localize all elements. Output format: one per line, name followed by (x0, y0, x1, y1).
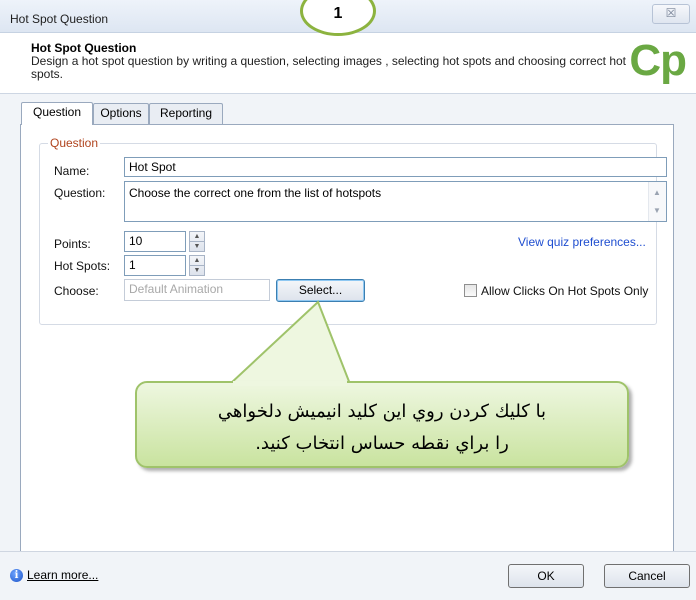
header-title: Hot Spot Question (31, 41, 137, 55)
points-stepper[interactable]: ▲ ▼ (189, 231, 205, 252)
tab-options[interactable]: Options (93, 103, 149, 124)
stepper-up-icon[interactable]: ▲ (190, 256, 204, 266)
cancel-button[interactable]: Cancel (604, 564, 690, 588)
question-scrollbar[interactable]: ▲ ▼ (648, 182, 666, 221)
instruction-callout: با كليك كردن روي اين كليد انيميش دلخواهي… (135, 381, 629, 468)
select-button[interactable]: Select... (276, 279, 365, 302)
dialog-header: Hot Spot Question Design a hot spot ques… (0, 33, 696, 94)
allow-clicks-label: Allow Clicks On Hot Spots Only (481, 284, 649, 298)
callout-line-1: با كليك كردن روي اين كليد انيميش دلخواهي (217, 401, 547, 422)
tab-reporting[interactable]: Reporting (149, 103, 223, 124)
ok-button[interactable]: OK (508, 564, 584, 588)
hotspots-label: Hot Spots: (54, 259, 111, 273)
callout-line-2: را براي نقطه حساس انتخاب كنيد. (255, 433, 509, 454)
hotspots-stepper[interactable]: ▲ ▼ (189, 255, 205, 276)
step-number: 1 (333, 5, 343, 22)
scroll-up-icon[interactable]: ▲ (653, 188, 661, 197)
allow-clicks-checkbox[interactable] (464, 284, 477, 297)
stepper-up-icon[interactable]: ▲ (190, 232, 204, 242)
question-field[interactable]: Choose the correct one from the list of … (124, 181, 667, 222)
name-label: Name: (54, 164, 90, 178)
dialog-footer: i Learn more... OK Cancel (0, 551, 696, 600)
group-legend: Question (48, 136, 101, 150)
tab-question[interactable]: Question (21, 102, 93, 125)
hotspots-field[interactable]: 1 (124, 255, 186, 276)
view-quiz-preferences-link[interactable]: View quiz preferences... (518, 235, 646, 249)
question-text: Choose the correct one from the list of … (129, 186, 382, 200)
dialog-body: Question Options Reporting Question Name… (0, 94, 696, 554)
scroll-down-icon[interactable]: ▼ (653, 206, 661, 215)
question-group: Question Name: Hot Spot Question: Choose… (39, 136, 667, 325)
choose-label: Choose: (54, 284, 99, 298)
info-icon: i (10, 569, 23, 582)
stepper-down-icon[interactable]: ▼ (190, 266, 204, 276)
animation-field: Default Animation (124, 279, 270, 301)
name-field[interactable]: Hot Spot (124, 157, 667, 177)
points-label: Points: (54, 237, 91, 251)
window-title: Hot Spot Question (10, 12, 109, 26)
question-tab-panel: Question Name: Hot Spot Question: Choose… (20, 124, 674, 554)
captivate-logo: Cp (629, 36, 687, 85)
points-field[interactable]: 10 (124, 231, 186, 252)
learn-more-link[interactable]: Learn more... (27, 568, 98, 582)
stepper-down-icon[interactable]: ▼ (190, 242, 204, 252)
question-label: Question: (54, 186, 106, 200)
close-button[interactable]: ☒ (652, 4, 690, 24)
header-description: Design a hot spot question by writing a … (31, 54, 627, 81)
